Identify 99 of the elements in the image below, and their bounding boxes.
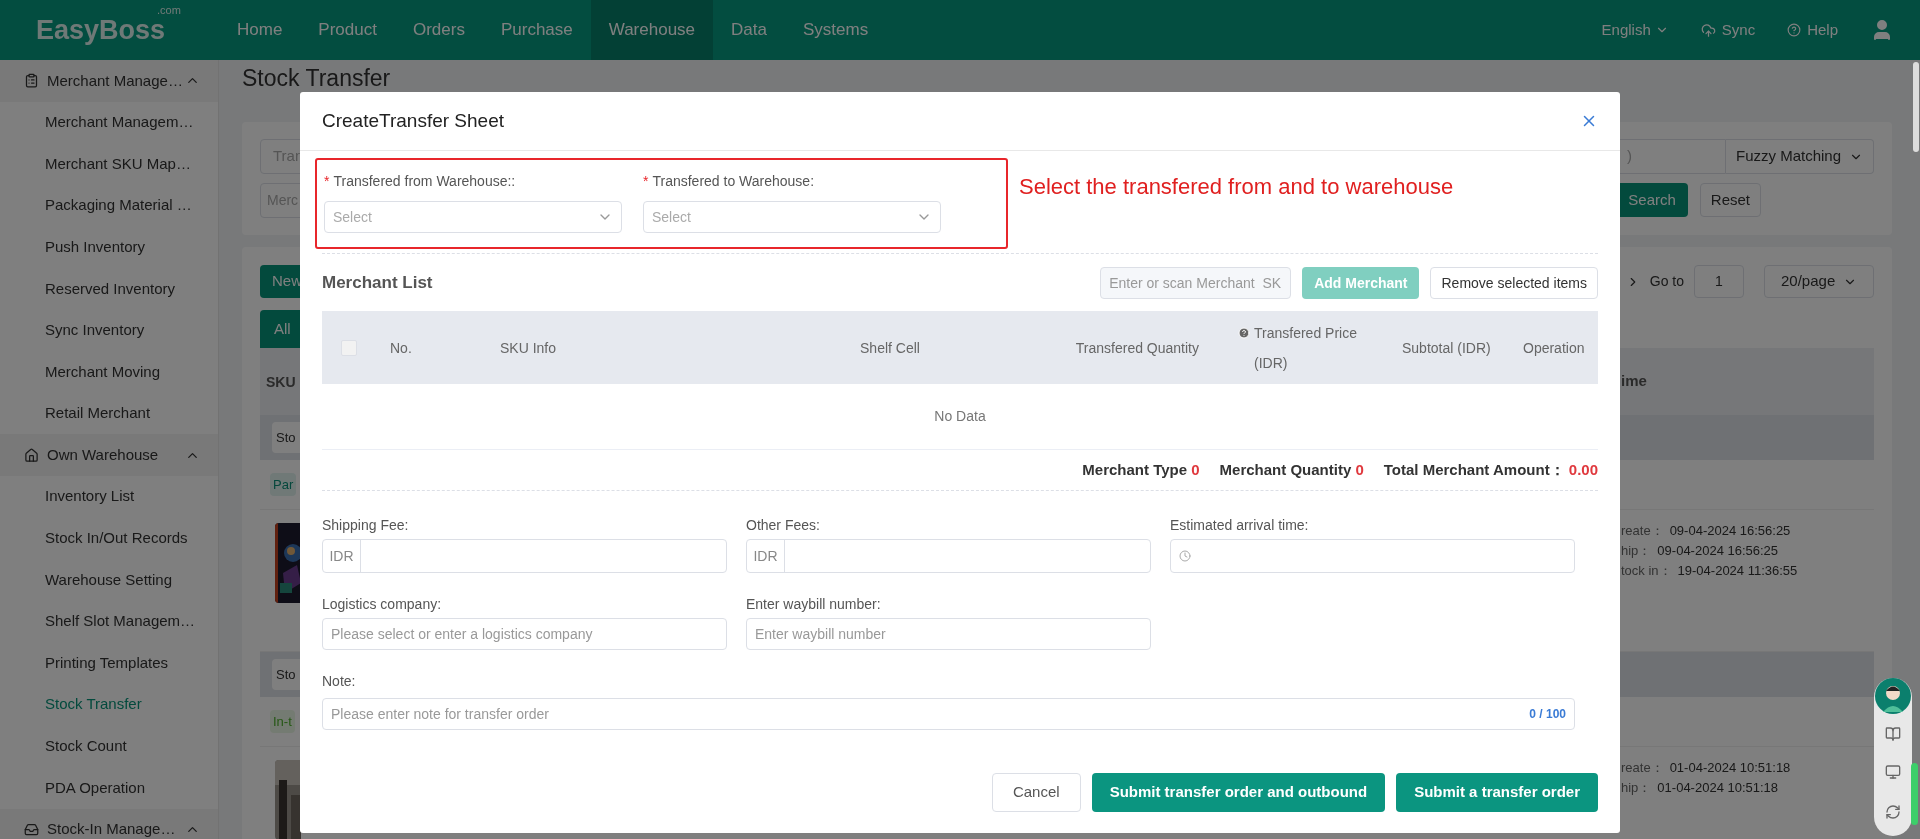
submit-button[interactable]: Submit a transfer order — [1396, 773, 1598, 812]
field-label: Note: — [322, 672, 357, 690]
sync-button[interactable]: Sync — [1700, 18, 1756, 42]
sidebar-item[interactable]: Stock Count — [0, 725, 218, 768]
section-title: Merchant List — [322, 272, 433, 295]
sidebar-item[interactable]: Merchant SKU Map… — [0, 143, 218, 185]
column-header: No. — [390, 338, 413, 358]
column-header: Operation — [1523, 338, 1585, 358]
reset-button[interactable]: Reset — [1699, 183, 1761, 217]
field-label: Enter waybill number: — [746, 595, 882, 613]
page-title: Stock Transfer — [242, 66, 391, 90]
help-icon[interactable] — [1238, 326, 1250, 339]
summary-item: Total Merchant Amount： 0.00 — [1383, 459, 1598, 480]
book-icon[interactable] — [1885, 726, 1901, 742]
sidebar-item[interactable]: Printing Templates — [0, 642, 218, 684]
inbox-icon — [24, 822, 39, 837]
warehouse-select[interactable]: Select — [324, 201, 622, 233]
sidebar-group[interactable]: Merchant Manage… — [0, 60, 218, 102]
warehouse-select[interactable]: Select — [643, 201, 941, 233]
nav-tab[interactable]: Home — [219, 0, 301, 60]
column-header: Subtotal (IDR) — [1402, 338, 1492, 358]
empty-text: No Data — [934, 407, 986, 426]
help-button[interactable]: Help — [1787, 18, 1838, 42]
nav-tab[interactable]: Warehouse — [590, 0, 714, 60]
date-label: hip： — [1621, 542, 1652, 561]
clipboard-icon — [24, 73, 39, 89]
nav-tab[interactable]: Product — [300, 0, 395, 60]
field-label: Shipping Fee: — [322, 516, 410, 534]
sidebar-item[interactable]: Retail Merchant — [0, 392, 218, 435]
field-label: Other Fees: — [746, 516, 821, 534]
refresh-icon[interactable] — [1885, 804, 1901, 820]
remove-button[interactable]: Remove selected items — [1430, 267, 1598, 299]
summary-item: Merchant Quantity 0 — [1219, 459, 1364, 480]
date-value: 01-04-2024 10:51:18 — [1669, 759, 1791, 778]
sidebar-item[interactable]: Inventory List — [0, 475, 218, 518]
sidebar-group[interactable]: Stock-In Manage… — [0, 808, 218, 839]
sidebar-item[interactable]: Push Inventory — [0, 226, 218, 268]
language-select[interactable]: English — [1601, 18, 1669, 42]
date-label: tock in： — [1621, 562, 1672, 581]
nav-tab[interactable]: Data — [713, 0, 785, 60]
status-tag: In-t — [270, 709, 295, 734]
sidebar-item[interactable]: Stock In/Out Records — [0, 517, 218, 560]
submit-button[interactable]: Submit transfer order and outbound — [1091, 773, 1386, 812]
scrollbar[interactable] — [1913, 62, 1919, 152]
field-label: Transfered from Warehouse:: — [333, 172, 516, 190]
sidebar-item[interactable]: Shelf Slot Managem… — [0, 600, 218, 643]
column-header: ime — [1621, 371, 1648, 392]
sidebar-item[interactable]: Merchant Managem… — [0, 101, 218, 144]
column-header: Transfered Quantity — [1074, 338, 1199, 358]
date-value: 09-04-2024 16:56:25 — [1657, 542, 1779, 561]
scroll-indicator — [1911, 763, 1918, 825]
column-header: Shelf Cell — [859, 338, 921, 358]
input-field[interactable]: Enter waybill number — [746, 618, 1151, 650]
date-label: reate： — [1621, 522, 1664, 541]
required-mark: * — [643, 172, 649, 190]
page-input[interactable]: 1 — [1694, 265, 1744, 298]
field-label: Estimated arrival time: — [1170, 516, 1310, 534]
required-mark: * — [324, 172, 330, 190]
avatar[interactable] — [1875, 678, 1911, 714]
date-value: 09-04-2024 16:56:25 — [1669, 522, 1791, 541]
sidebar-item[interactable]: Merchant Moving — [0, 351, 218, 393]
summary-item: Merchant Type 0 — [1082, 459, 1200, 480]
fee-field[interactable]: IDR — [746, 539, 1151, 573]
goto-label: Go to — [1649, 272, 1684, 291]
monitor-icon[interactable] — [1885, 764, 1901, 780]
date-field[interactable] — [1170, 539, 1575, 573]
clock-icon — [1179, 550, 1191, 562]
cloud-icon — [1700, 22, 1716, 38]
field-label: Transfered to Warehouse: — [652, 172, 815, 190]
column-header: SKU — [266, 373, 296, 390]
note-field[interactable]: Please enter note for transfer order 0 / 100 — [322, 698, 1575, 730]
nav-tab[interactable]: Orders — [394, 0, 483, 60]
nav-tab[interactable]: Purchase — [482, 0, 591, 60]
sidebar-group[interactable]: Own Warehouse — [0, 434, 218, 476]
help-icon — [1787, 23, 1802, 37]
date-value: 19-04-2024 11:36:55 — [1677, 562, 1798, 581]
date-label: hip： — [1621, 779, 1652, 798]
nav-tab[interactable]: Systems — [785, 0, 887, 60]
dialog-title: CreateTransfer Sheet — [322, 108, 504, 133]
house-icon — [24, 447, 39, 463]
sidebar-item[interactable]: Reserved Inventory — [0, 267, 218, 310]
page-size-select[interactable]: 20/page — [1764, 265, 1874, 298]
sidebar-item[interactable]: Warehouse Setting — [0, 559, 218, 601]
input-field[interactable]: Please select or enter a logistics company — [322, 618, 727, 650]
fee-field[interactable]: IDR — [322, 539, 727, 573]
date-value: 01-04-2024 10:51:18 — [1657, 779, 1779, 798]
sidebar-item[interactable]: Stock Transfer — [0, 683, 218, 726]
column-header: SKU Info — [500, 338, 558, 358]
cancel-button[interactable]: Cancel — [991, 773, 1081, 812]
field-label: Logistics company: — [322, 595, 443, 613]
match-select[interactable]: Fuzzy Matching — [1726, 139, 1874, 174]
status-tag: Par — [270, 472, 297, 497]
date-label: reate： — [1621, 759, 1664, 778]
annotation: Select the transfered from and to warehouse — [1019, 173, 1454, 201]
column-header: Transfered Price (IDR) — [1254, 323, 1358, 373]
sidebar-item[interactable]: Sync Inventory — [0, 309, 218, 352]
sidebar-item[interactable]: PDA Operation — [0, 767, 218, 809]
sidebar-item[interactable]: Packaging Material … — [0, 184, 218, 227]
scan-field[interactable]: Enter or scan Merchant SK — [1100, 267, 1292, 299]
